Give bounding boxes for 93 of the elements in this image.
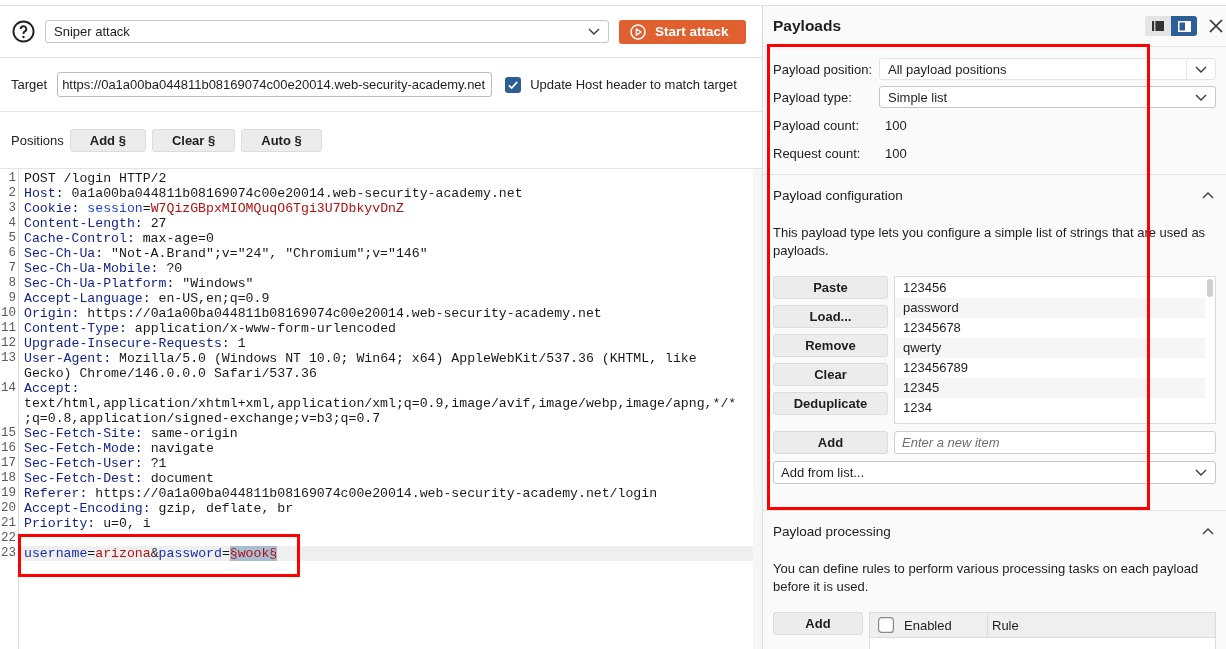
code-line: Origin: https://0a1a00ba044811b08169074c00e20014.web-security-academy.net (24, 306, 602, 321)
update-host-checkbox[interactable] (505, 76, 522, 93)
line-number: 8 (7, 276, 17, 291)
column-header[interactable]: Rule (992, 617, 1019, 633)
line-number: 10 (0, 306, 17, 321)
checkbox-label: Update Host header to match target (530, 77, 737, 92)
code-line: Content-Type: application/x-www-form-urlencoded (24, 321, 396, 336)
add-from-list-select[interactable]: Add from list... (773, 461, 1216, 484)
new-item-input[interactable]: Enter a new item (894, 431, 1216, 454)
payload-item[interactable]: qwerty (895, 338, 1205, 358)
code-line: Sec-Fetch-Dest: document (24, 471, 214, 486)
list-action-button[interactable]: Clear (773, 363, 888, 386)
column-header[interactable]: Enabled (904, 617, 952, 633)
list-action-button[interactable]: Load... (773, 305, 888, 328)
setting-value: 100 (884, 117, 907, 133)
help-icon[interactable] (12, 20, 35, 43)
add-item-button[interactable]: Add (773, 431, 888, 454)
line-number: 19 (0, 486, 17, 501)
code-line: Accept-Encoding: gzip, deflate, br (24, 501, 294, 516)
line-number: 17 (0, 456, 17, 471)
position-button[interactable]: Clear § (151, 128, 236, 152)
line-number: 20 (0, 501, 17, 516)
line-number: 2 (7, 186, 17, 201)
code-line: username=arizona&password=§wook§ (24, 546, 278, 561)
code-line: User-Agent: Mozilla/5.0 (Windows NT 10.0; Win64; x64) AppleWebKit/537.36 (KHTML, like Gecko) Chrome/146.0.0.0 Safari/537.36 (24, 351, 698, 381)
panel-layout-icon (1152, 21, 1164, 31)
code-line: Priority: u=0, i (24, 516, 151, 531)
section-header[interactable]: Payload configuration (763, 175, 1226, 215)
setting-label: Payload position: (773, 61, 873, 77)
line-number: 18 (0, 471, 17, 486)
code-line: Cookie: session=W7QizGBpxMIOMQuqO6Tgi3U7DbkyvDnZ (24, 201, 404, 216)
line-number: 11 (0, 321, 17, 336)
target-label: Target (11, 77, 48, 92)
positions-label: Positions (11, 132, 64, 148)
panel-title: Payloads (773, 17, 842, 35)
chevron-down-icon (1195, 65, 1207, 73)
dropdown[interactable]: All payload positions (879, 58, 1216, 80)
line-number: 7 (7, 261, 17, 276)
chevron-down-icon (588, 28, 600, 35)
line-number: 15 (0, 426, 17, 441)
close-icon[interactable] (1209, 19, 1223, 33)
line-number: 14 (0, 381, 17, 396)
play-icon (630, 23, 646, 40)
layout-toggle-button[interactable] (1145, 16, 1171, 36)
code-line: Sec-Fetch-Site: same-origin (24, 426, 238, 441)
code-line: Content-Length: 27 (24, 216, 167, 231)
line-number: 3 (7, 201, 17, 216)
select-all-checkbox[interactable] (878, 617, 894, 633)
payload-item[interactable]: password (895, 298, 1205, 318)
setting-label: Payload type: (773, 89, 853, 105)
line-number: 12 (0, 336, 17, 351)
setting-label: Request count: (773, 145, 862, 161)
attack-type-select[interactable]: Sniper attack (45, 20, 609, 43)
code-line: Sec-Ch-Ua-Mobile: ?0 (24, 261, 183, 276)
code-line: Referer: https://0a1a00ba044811b08169074c00e20014.web-security-academy.net/login (24, 486, 658, 501)
line-number: 23 (0, 546, 17, 561)
dropdown[interactable]: Simple list (879, 86, 1216, 108)
list-action-button[interactable]: Deduplicate (773, 392, 888, 415)
code-line: POST /login HTTP/2 (24, 171, 167, 186)
section-description: You can define rules to perform various processing tasks on each payload before it is used. (773, 560, 1200, 596)
start-attack-button[interactable]: Start attack (619, 19, 746, 44)
rule-action-button[interactable]: Add (773, 612, 863, 635)
code-line: Accept-Language: en-US,en;q=0.9 (24, 291, 270, 306)
line-number: 22 (0, 531, 17, 546)
chevron-down-icon (1195, 93, 1207, 101)
setting-value: 100 (884, 145, 907, 161)
code-line: Sec-Ch-Ua: "Not-A.Brand";v="24", "Chromium";v="146" (24, 246, 428, 261)
line-number: 6 (7, 246, 17, 261)
code-line: Sec-Ch-Ua-Platform: "Windows" (24, 276, 254, 291)
chevron-down-icon (1195, 469, 1207, 476)
payload-item[interactable]: 12345 (895, 378, 1205, 398)
list-action-button[interactable]: Paste (773, 276, 888, 299)
list-action-button[interactable]: Remove (773, 334, 888, 357)
line-number: 21 (0, 516, 17, 531)
layout-toggle-button[interactable] (1171, 16, 1197, 36)
position-button[interactable]: Auto § (241, 128, 322, 152)
line-number: 16 (0, 441, 17, 456)
line-number: 9 (7, 291, 17, 306)
code-line: Sec-Fetch-Mode: navigate (24, 441, 214, 456)
section-header[interactable]: Payload processing (763, 511, 1226, 551)
code-line: Host: 0a1a00ba044811b08169074c00e20014.web-security-academy.net (24, 186, 523, 201)
panel-layout-icon (1177, 20, 1191, 32)
line-number: 5 (7, 231, 17, 246)
code-line: Upgrade-Insecure-Requests: 1 (24, 336, 246, 351)
scrollbar-thumb[interactable] (1207, 279, 1213, 297)
code-line: Sec-Fetch-User: ?1 (24, 456, 167, 471)
line-number: 4 (7, 216, 17, 231)
line-number: 13 (0, 351, 17, 366)
setting-label: Payload count: (773, 117, 860, 133)
position-button[interactable]: Add § (69, 128, 146, 152)
code-line: Cache-Control: max-age=0 (24, 231, 214, 246)
target-input[interactable]: https://0a1a00ba044811b08169074c00e20014.web-security-academy.net (57, 72, 493, 97)
line-number: 1 (7, 171, 17, 186)
